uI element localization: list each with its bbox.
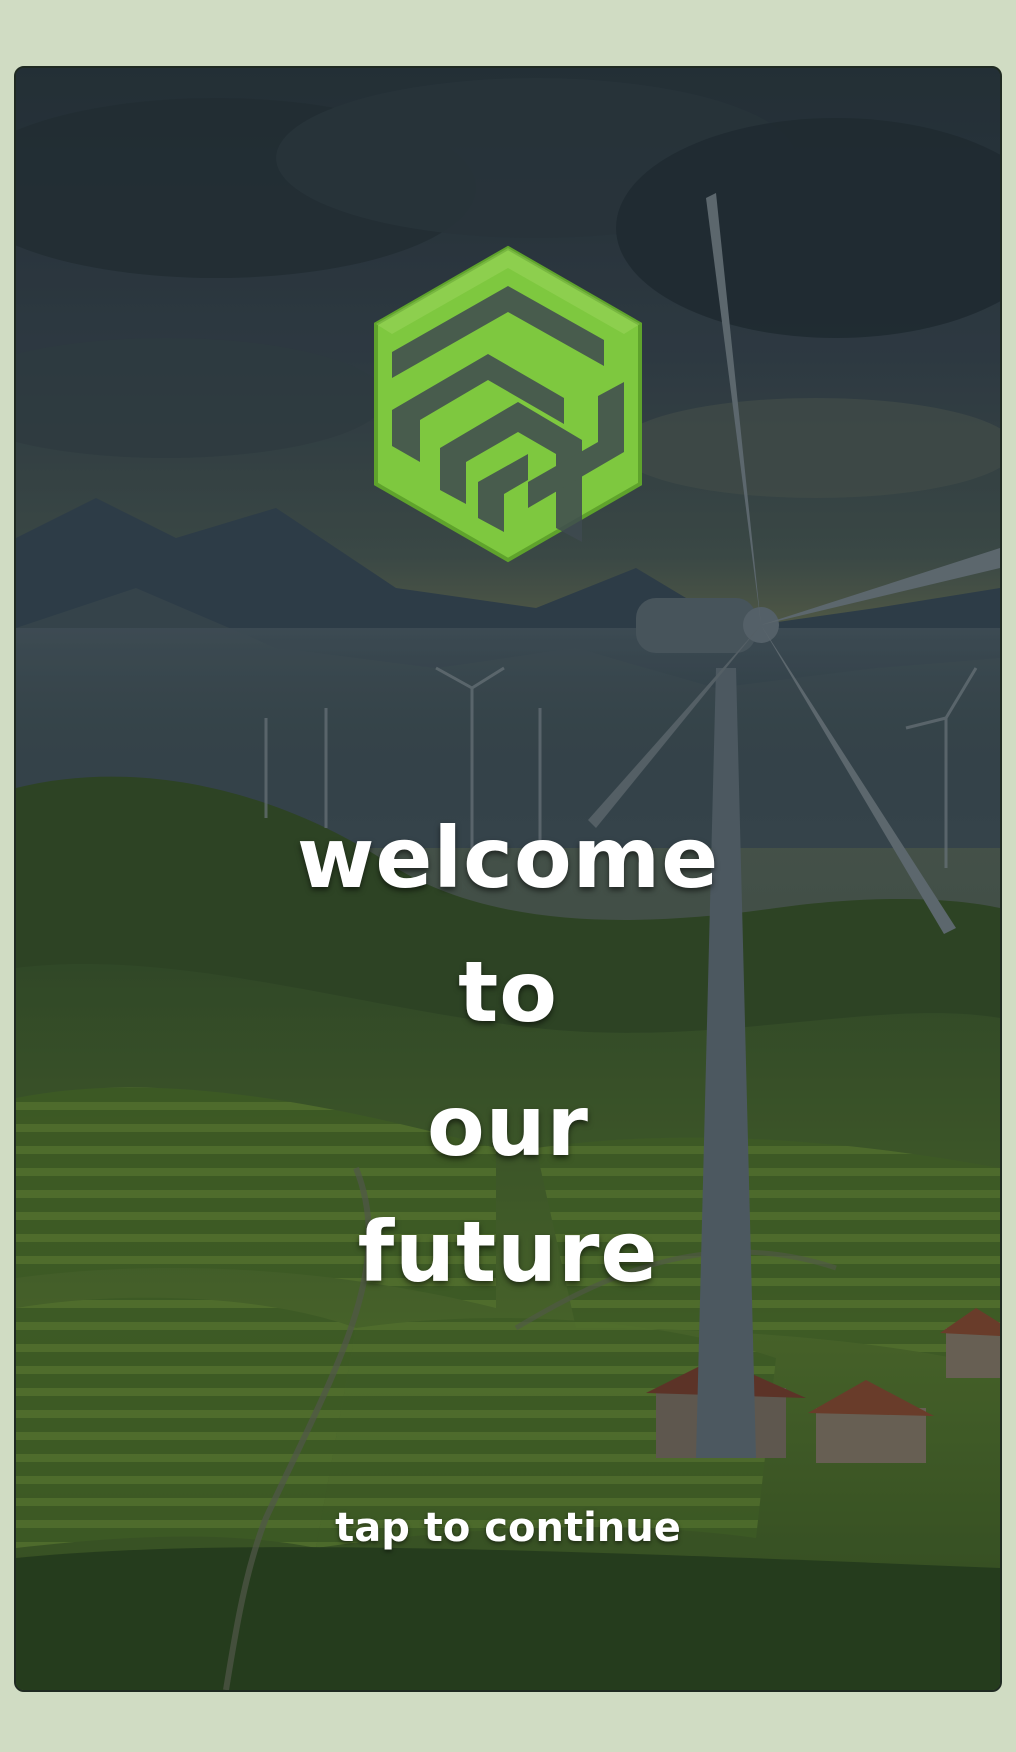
headline-line-4: future <box>357 1203 659 1301</box>
headline-line-3: our <box>427 1077 589 1175</box>
headline-line-1: welcome <box>296 809 720 907</box>
tap-to-continue-button[interactable]: tap to continue <box>16 1508 1000 1548</box>
headline-line-2: to <box>458 943 558 1041</box>
hexagon-maze-logo <box>368 242 648 566</box>
splash-screen[interactable]: welcome to our future tap to continue <box>14 66 1002 1692</box>
